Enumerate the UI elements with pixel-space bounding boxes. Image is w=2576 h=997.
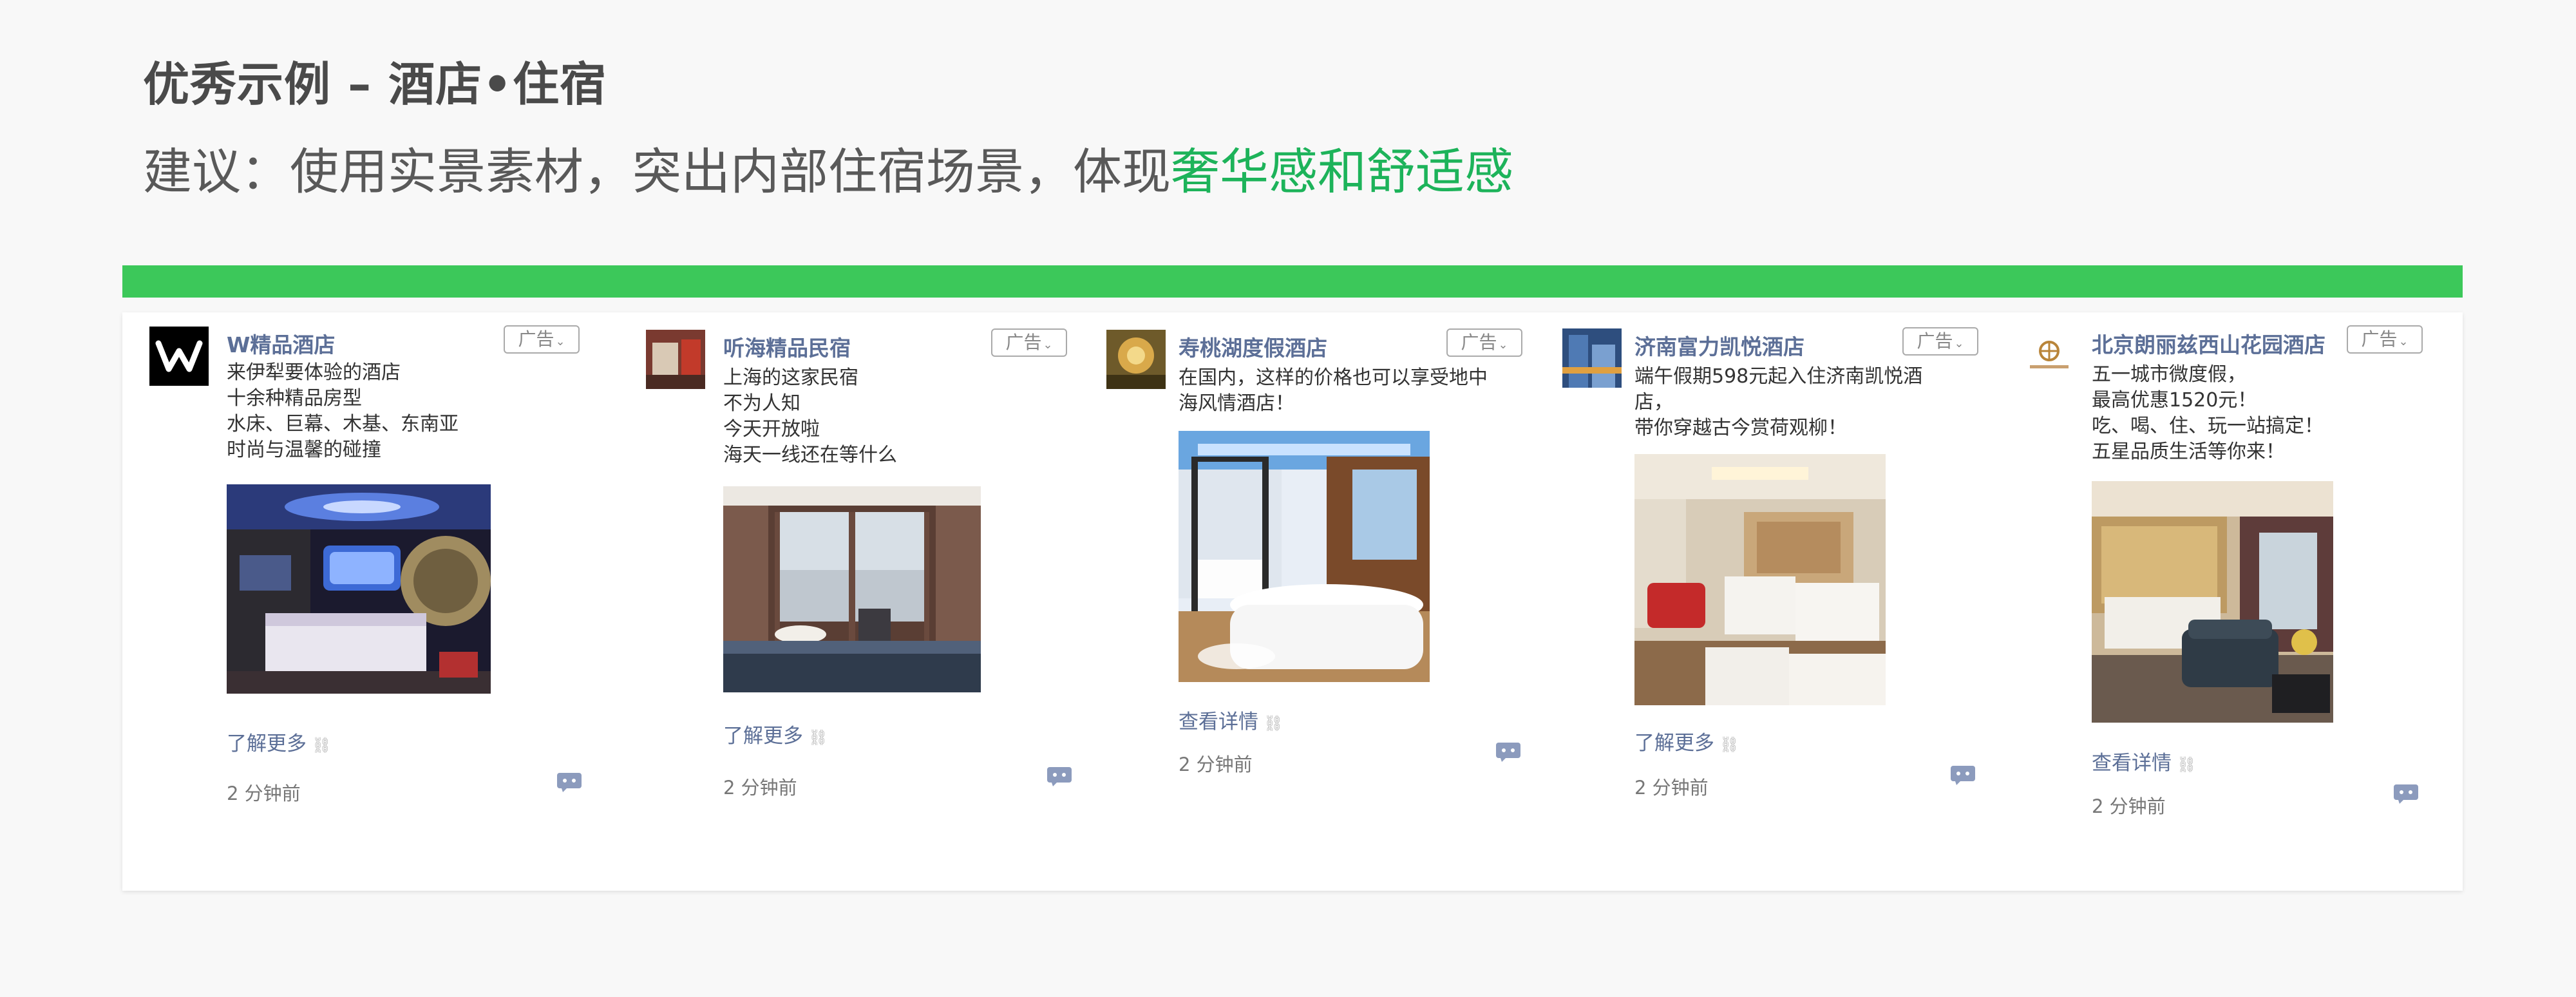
post-timestamp: 2 分钟前 [1179,754,1253,775]
suggestion-prefix: 建议：使用实景素材，突出内部住宿场景，体现 [143,143,1171,200]
ad-label: 广告 [518,328,554,350]
ad-label-dropdown[interactable]: 广告 ⌄ [2347,325,2423,354]
ad-body-line: 五一城市微度假， [2092,363,2246,386]
ad-body-line: 带你穿越古今赏荷观柳！ [1634,417,1847,439]
chevron-down-icon: ⌄ [1498,338,1508,352]
ad-body-line: 五星品质生活等你来！ [2092,441,2285,463]
twin-bed-room-photo[interactable] [1634,454,1886,705]
view-details-link[interactable]: 查看详情 ⛓ [2092,746,2196,775]
post-timestamp: 2 分钟前 [2092,795,2166,817]
comment-icon[interactable] [1046,766,1072,787]
chevron-down-icon: ⌄ [555,335,565,348]
link-icon: ⛓ [1719,736,1739,754]
ad-body-line: 店， [1634,391,1673,413]
suggestion-highlight: 奢华感和舒适感 [1171,143,1513,200]
ad-body-line: 最高优惠1520元！ [2092,389,2257,412]
room-thumbnail-icon[interactable] [646,330,705,389]
hotel-building-icon[interactable] [1562,328,1622,388]
link-label: 查看详情 [2092,752,2172,775]
suite-living-room-photo[interactable] [2092,481,2333,723]
ad-body-text: 在国内，这样的价格也可以享受地中 海风情酒店！ [1179,365,1488,417]
post-timestamp: 2 分钟前 [723,777,797,799]
bathtub-suite-photo[interactable] [1179,431,1430,682]
chevron-down-icon: ⌄ [2398,335,2409,348]
hotel-crest-logo-icon[interactable] [2020,327,2079,386]
learn-more-link[interactable]: 了解更多 ⛓ [723,719,828,748]
ad-label-dropdown[interactable]: 广告 ⌄ [504,325,580,354]
comment-icon[interactable] [556,772,582,793]
view-details-link[interactable]: 查看详情 ⛓ [1179,705,1283,734]
comment-icon[interactable] [1950,765,1976,786]
comment-icon[interactable] [1495,742,1521,763]
link-icon: ⛓ [2177,755,2197,774]
ad-label: 广告 [1917,330,1953,352]
ad-label-dropdown[interactable]: 广告 ⌄ [991,328,1067,357]
learn-more-link[interactable]: 了解更多 ⛓ [227,727,331,756]
link-label: 了解更多 [723,725,803,748]
suggestion-text: 建议：使用实景素材，突出内部住宿场景，体现奢华感和舒适感 [143,132,1513,203]
ad-body-line: 十余种精品房型 [227,387,362,410]
ad-body-text: 五一城市微度假， 最高优惠1520元！ 吃、喝、住、玩一站搞定！ 五星品质生活等… [2092,362,2324,465]
page-title: 优秀示例 – 酒店•住宿 [143,57,607,111]
advertiser-name[interactable]: 北京朗丽兹西山花园酒店 [2092,328,2325,359]
advertiser-name[interactable]: 听海精品民宿 [723,331,851,362]
ad-body-line: 在国内，这样的价格也可以享受地中 [1179,366,1488,389]
chevron-down-icon: ⌄ [1954,337,1964,350]
link-icon: ⛓ [808,728,828,746]
ad-label-dropdown[interactable]: 广告 ⌄ [1902,327,1978,356]
ad-label: 广告 [1461,332,1497,353]
link-label: 查看详情 [1179,710,1258,734]
ad-body-line: 上海的这家民宿 [723,366,858,389]
ad-label-dropdown[interactable]: 广告 ⌄ [1446,328,1522,357]
ad-body-line: 吃、喝、住、玩一站搞定！ [2092,415,2324,437]
chevron-down-icon: ⌄ [1043,338,1053,352]
advertiser-name[interactable]: 济南富力凯悦酒店 [1634,330,1804,361]
ad-label: 广告 [1005,332,1042,353]
ad-body-line: 时尚与温馨的碰撞 [227,439,381,461]
ad-body-text: 上海的这家民宿 不为人知 今天开放啦 海天一线还在等什么 [723,365,897,468]
ad-body-line: 水床、巨幕、木基、东南亚 [227,413,459,435]
ad-examples-panel: W精品酒店 广告 ⌄ 来伊犁要体验的酒店 十余种精品房型 水床、巨幕、木基、东南亚… [122,312,2463,891]
link-icon: ⛓ [1264,714,1283,732]
post-timestamp: 2 分钟前 [227,783,301,804]
resort-thumbnail-icon[interactable] [1106,330,1166,389]
comment-icon[interactable] [2393,784,2419,804]
ad-body-line: 海天一线还在等什么 [723,444,897,466]
ad-body-text: 来伊犁要体验的酒店 十余种精品房型 水床、巨幕、木基、东南亚 时尚与温馨的碰撞 [227,360,459,463]
w-hotel-room-photo[interactable] [227,484,491,694]
learn-more-link[interactable]: 了解更多 ⛓ [1634,726,1739,755]
seaview-room-photo[interactable] [723,486,981,692]
ad-body-line: 端午假期598元起入住济南凯悦酒 [1634,365,1923,388]
ad-body-line: 不为人知 [723,392,800,415]
ad-body-text: 端午假期598元起入住济南凯悦酒 店， 带你穿越古今赏荷观柳！ [1634,364,1922,441]
w-logo-icon[interactable] [149,327,209,386]
accent-bar [122,265,2463,298]
link-label: 了解更多 [227,732,307,755]
ad-body-line: 今天开放啦 [723,418,820,441]
advertiser-name[interactable]: 寿桃湖度假酒店 [1179,331,1327,362]
post-timestamp: 2 分钟前 [1634,777,1709,799]
link-icon: ⛓ [312,736,332,754]
ad-label: 广告 [2361,328,2398,350]
advertiser-name[interactable]: W精品酒店 [227,328,335,359]
ad-body-line: 海风情酒店！ [1179,392,1294,415]
ad-body-line: 来伊犁要体验的酒店 [227,361,401,384]
link-label: 了解更多 [1634,732,1714,755]
